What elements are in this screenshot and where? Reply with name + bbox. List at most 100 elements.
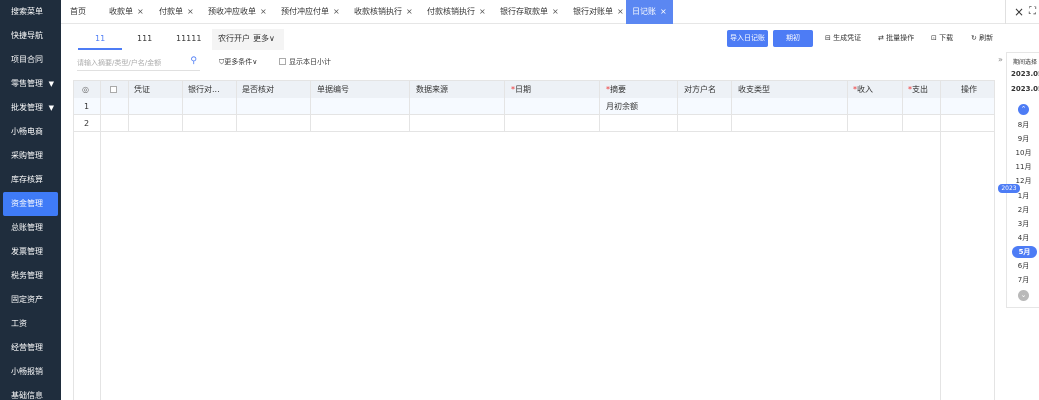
sidebar-item[interactable]: 小畅报销 (0, 360, 61, 384)
refresh-button[interactable]: ↻ 刷新 (971, 30, 993, 47)
tab-advance-receipt[interactable]: 预收冲应收单 × (208, 0, 267, 24)
close-window-icon[interactable]: × (1014, 0, 1024, 24)
settings-icon[interactable]: ◎ (82, 81, 89, 98)
tab-journal[interactable]: 日记账 × (626, 0, 673, 24)
sidebar-item-label: 快捷导航 (11, 31, 43, 40)
column-divider (902, 81, 903, 131)
period-end[interactable]: 2023.05 (1011, 85, 1039, 93)
tab-bank-statement[interactable]: 银行对账单 × (573, 0, 624, 24)
import-journal-button[interactable]: 导入日记账 (727, 30, 768, 47)
header-data-source: 数据来源 (416, 85, 448, 94)
header-bank-reconcile: 银行对... (188, 85, 220, 94)
sidebar-item-label: 项目合同 (11, 55, 43, 64)
subtab-abc-account[interactable]: 农行开户 (218, 29, 250, 49)
chevron-down-icon: ∨ (269, 34, 275, 43)
close-icon[interactable]: × (660, 7, 667, 16)
tab-payment-writeoff[interactable]: 付款核销执行 × (427, 0, 486, 24)
close-icon[interactable]: × (187, 7, 194, 16)
sidebar-item[interactable]: 发票管理 (0, 240, 61, 264)
table-row[interactable]: 2 (74, 115, 994, 132)
column-divider (677, 81, 678, 131)
search-input[interactable] (77, 55, 182, 70)
tab-receipt-writeoff[interactable]: 收款核销执行 × (354, 0, 413, 24)
batch-operation-button[interactable]: ⇄ 批量操作 (878, 30, 914, 47)
journal-table: ◎ 凭证 银行对... 是否核对 单据编号 数据来源 *日期 *摘要 对方户名 … (73, 80, 995, 400)
month-item[interactable]: 4月 (1007, 232, 1039, 244)
tab-bank-deposit[interactable]: 银行存取款单 × (500, 0, 559, 24)
header-income: *收入 (853, 85, 873, 94)
collapse-panel-icon[interactable]: » (998, 54, 1006, 66)
select-all-checkbox[interactable] (110, 81, 120, 98)
subtab-more[interactable]: 更多∨ (253, 29, 275, 49)
sidebar-item[interactable]: 税务管理 (0, 264, 61, 288)
opening-balance-button[interactable]: 期初 (773, 30, 813, 47)
month-item[interactable]: 3月 (1007, 218, 1039, 230)
voucher-icon: ⊟ (825, 34, 834, 42)
tab-receipt[interactable]: 收款单 × (109, 0, 144, 24)
close-icon[interactable]: × (260, 7, 267, 16)
month-item[interactable]: 7月 (1007, 274, 1039, 286)
month-item[interactable]: 8月 (1007, 119, 1039, 131)
sidebar-item-label: 小畅报销 (11, 367, 43, 376)
sidebar-item[interactable]: 搜索菜单 (0, 0, 61, 24)
sidebar-item[interactable]: 资金管理 (3, 192, 58, 216)
close-icon[interactable]: × (333, 7, 340, 16)
checkbox[interactable] (279, 58, 286, 65)
daily-subtotal-checkbox[interactable]: 显示本日小计 (279, 57, 331, 67)
month-item[interactable]: 10月 (1007, 147, 1039, 159)
chevron-down-icon: ∨ (252, 58, 258, 66)
sidebar-item[interactable]: 小畅电商 (0, 120, 61, 144)
tab-home[interactable]: 首页 (70, 0, 86, 24)
sidebar-item[interactable]: 经营管理 (0, 336, 61, 360)
header-date: *日期 (511, 85, 531, 94)
sidebar-item[interactable]: 库存核算 (0, 168, 61, 192)
summary-cell[interactable]: 月初余额 (606, 98, 638, 115)
sidebar-item[interactable]: 快捷导航 (0, 24, 61, 48)
month-item[interactable]: 9月 (1007, 133, 1039, 145)
month-item[interactable]: 11月 (1007, 161, 1039, 173)
sidebar-item[interactable]: 零售管理 ▼ (0, 72, 61, 96)
column-divider (847, 81, 848, 131)
sidebar-item[interactable]: 总账管理 (0, 216, 61, 240)
generate-voucher-button[interactable]: ⊟ 生成凭证 (825, 30, 861, 47)
sidebar-item[interactable]: 批发管理 ▼ (0, 96, 61, 120)
sidebar-item-label: 总账管理 (11, 223, 43, 232)
scroll-down-icon[interactable]: ⌄ (1018, 290, 1029, 301)
download-button[interactable]: ⊡ 下载 (931, 30, 953, 47)
tab-payment[interactable]: 付款单 × (159, 0, 194, 24)
close-icon[interactable]: × (406, 7, 413, 16)
sidebar-item[interactable]: 项目合同 (0, 48, 61, 72)
header-summary: *摘要 (606, 85, 626, 94)
refresh-icon: ↻ (971, 34, 980, 42)
close-icon[interactable]: × (137, 7, 144, 16)
table-row[interactable]: 1 月初余额 (74, 98, 994, 115)
close-icon[interactable]: × (617, 7, 624, 16)
month-item[interactable]: 2月 (1007, 204, 1039, 216)
search-icon[interactable]: ⚲ (190, 56, 197, 66)
column-divider (128, 81, 129, 131)
sidebar-item[interactable]: 固定资产 (0, 288, 61, 312)
header-type: 收支类型 (738, 85, 770, 94)
sidebar-item[interactable]: 基础信息 (0, 384, 61, 400)
subtab-11[interactable]: 11 (95, 29, 105, 49)
month-item-selected[interactable]: 5月 (1012, 246, 1037, 258)
tab-advance-payment[interactable]: 预付冲应付单 × (281, 0, 340, 24)
header-expense: *支出 (908, 85, 928, 94)
close-icon[interactable]: × (479, 7, 486, 16)
period-start[interactable]: 2023.05 (1011, 70, 1039, 78)
fullscreen-icon[interactable]: ⛶ (1029, 0, 1036, 24)
tab-bar: 首页 收款单 × 付款单 × 预收冲应收单 × 预付冲应付单 × 收款核销执行 × 付款核… (61, 0, 1039, 24)
sidebar-item[interactable]: 工资 (0, 312, 61, 336)
header-checked: 是否核对 (242, 85, 274, 94)
close-icon[interactable]: × (552, 7, 559, 16)
subtab-111[interactable]: 111 (137, 29, 152, 49)
subtab-11111[interactable]: 11111 (176, 29, 201, 49)
more-conditions-button[interactable]: ⛉更多条件∨ (219, 57, 257, 67)
sidebar-item[interactable]: 采购管理 (0, 144, 61, 168)
sidebar-item-label: 基础信息 (11, 391, 43, 400)
sidebar: 搜索菜单快捷导航项目合同零售管理 ▼ 批发管理 ▼ 小畅电商 采购管理 库存核算 资金管理总账… (0, 0, 61, 400)
scroll-up-icon[interactable]: ⌃ (1018, 104, 1029, 115)
month-item[interactable]: 6月 (1007, 260, 1039, 272)
period-panel: 期间选择 2023.05 2023.05 ⌃ 8月9月10月11月12月 1月2… (1006, 52, 1039, 308)
sidebar-item-label: 搜索菜单 (11, 7, 43, 16)
